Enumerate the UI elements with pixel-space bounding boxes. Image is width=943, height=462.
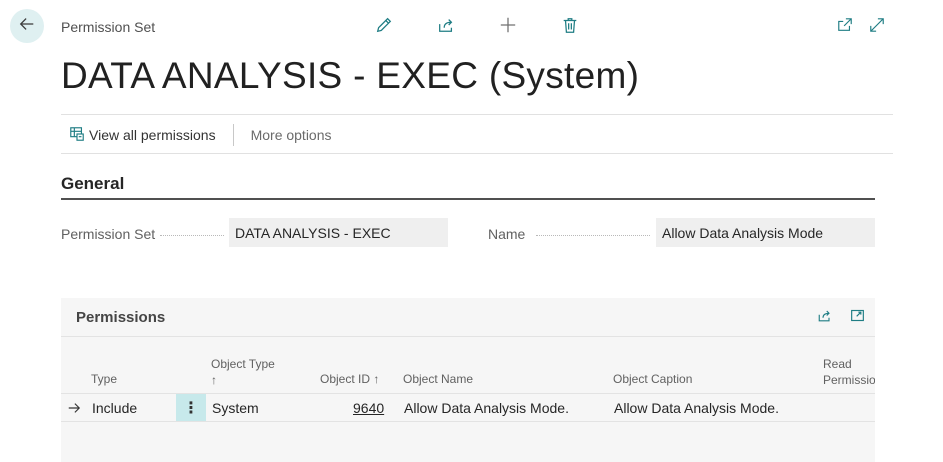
row-object-caption: Allow Data Analysis Mode.: [614, 399, 779, 416]
share-icon: [437, 16, 455, 39]
row-actions-menu-button[interactable]: ⋮: [176, 394, 206, 421]
column-header-type[interactable]: Type: [91, 371, 117, 387]
column-header-object-name[interactable]: Object Name: [403, 371, 473, 387]
edit-button[interactable]: [372, 16, 396, 38]
field-dots: [160, 235, 224, 236]
share-icon: [817, 308, 832, 328]
action-bar-divider: [61, 153, 893, 154]
view-all-permissions-label: View all permissions: [89, 127, 216, 143]
arrow-left-icon: [18, 15, 36, 38]
permissions-expand-button[interactable]: [847, 308, 867, 328]
back-button[interactable]: [10, 9, 44, 43]
permissions-share-button[interactable]: [814, 308, 834, 328]
entity-label: Permission Set: [61, 19, 156, 35]
permissions-part-header: Permissions: [61, 298, 875, 337]
sort-ascending-icon: ↑: [211, 373, 217, 387]
column-header-object-id[interactable]: Object ID ↑: [320, 371, 379, 387]
permissions-table-icon: [69, 126, 89, 145]
pencil-icon: [375, 16, 393, 39]
delete-button[interactable]: [558, 16, 582, 38]
open-new-window-icon: [837, 17, 853, 38]
column-header-read-line2: Permission: [823, 373, 875, 387]
view-all-permissions-button[interactable]: View all permissions: [61, 126, 216, 145]
column-header-read-line1: Read: [823, 357, 852, 371]
trash-icon: [561, 16, 579, 39]
more-options-button[interactable]: More options: [251, 127, 332, 143]
row-indicator-arrow-icon: [67, 394, 81, 421]
name-label: Name: [488, 226, 526, 242]
column-header-read-permission[interactable]: Read Permission: [823, 356, 875, 388]
permissions-part: Permissions Type Object Type ↑ Object ID…: [61, 298, 875, 462]
row-object-type[interactable]: System: [212, 394, 259, 421]
table-row[interactable]: Include ⋮ System 9640 Allow Data Analysi…: [61, 393, 875, 422]
permission-set-label: Permission Set: [61, 226, 156, 242]
open-new-window-button[interactable]: [834, 16, 856, 38]
record-actions: [372, 16, 620, 38]
permissions-part-actions: [801, 308, 867, 328]
new-button[interactable]: [496, 16, 520, 38]
column-header-object-type[interactable]: Object Type ↑: [211, 356, 275, 388]
row-type[interactable]: Include: [92, 394, 137, 421]
window-actions: [834, 16, 898, 38]
plus-icon: [499, 16, 517, 39]
title-divider: [61, 114, 893, 115]
general-section-underline: [61, 198, 875, 200]
action-separator: [232, 124, 234, 146]
row-object-id-link[interactable]: 9640: [353, 394, 384, 421]
expand-button[interactable]: [866, 16, 888, 38]
expand-icon: [869, 17, 885, 38]
column-header-object-caption[interactable]: Object Caption: [613, 371, 692, 387]
general-section-title[interactable]: General: [61, 174, 124, 194]
field-dots: [536, 235, 650, 236]
row-object-name: Allow Data Analysis Mode.: [404, 399, 569, 416]
page-title: DATA ANALYSIS - EXEC (System): [61, 55, 640, 96]
name-field[interactable]: Allow Data Analysis Mode: [656, 218, 875, 247]
permissions-title[interactable]: Permissions: [76, 309, 165, 326]
open-new-window-icon: [850, 308, 865, 328]
permission-set-field[interactable]: DATA ANALYSIS - EXEC: [229, 218, 448, 247]
share-button[interactable]: [434, 16, 458, 38]
action-bar: View all permissions More options: [61, 116, 893, 154]
column-header-object-type-label: Object Type: [211, 357, 275, 371]
